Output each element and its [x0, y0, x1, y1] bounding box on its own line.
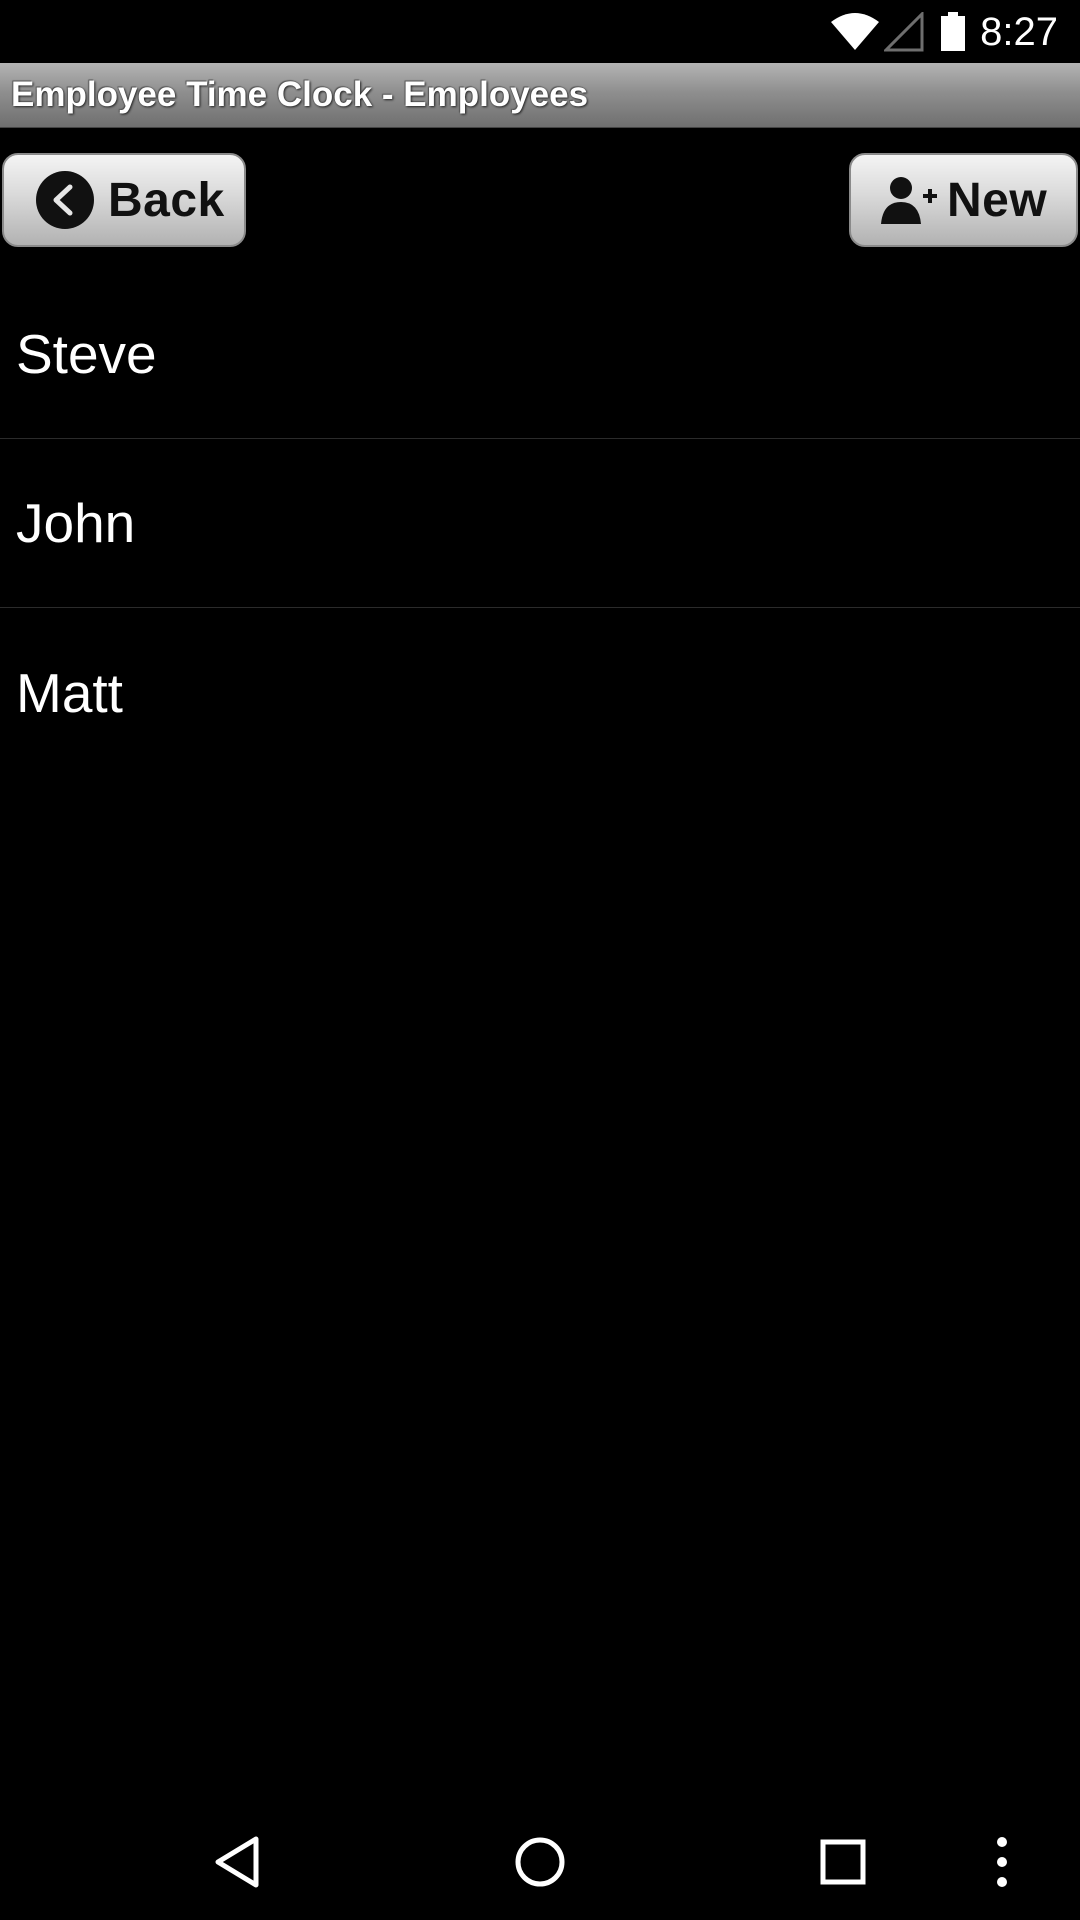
screen: 8:27 Employee Time Clock - Employees Bac… [0, 0, 1080, 1920]
home-circle-icon [514, 1836, 566, 1893]
back-button-label: Back [108, 173, 225, 227]
add-user-icon [881, 174, 939, 226]
nav-home-button[interactable] [510, 1834, 570, 1894]
title-bar: Employee Time Clock - Employees [0, 63, 1080, 128]
new-employee-button[interactable]: New [849, 153, 1078, 247]
recents-square-icon [819, 1838, 867, 1891]
cell-signal-icon [882, 10, 924, 57]
navigation-bar [0, 1806, 1080, 1920]
nav-recents-button[interactable] [813, 1834, 873, 1894]
overflow-menu-button[interactable] [972, 1834, 1032, 1894]
list-item[interactable]: John [0, 439, 1080, 608]
page-title: Employee Time Clock - Employees [11, 75, 589, 114]
list-item[interactable]: Matt [0, 608, 1080, 777]
battery-icon [940, 12, 966, 57]
overflow-menu-icon [994, 1836, 1010, 1893]
list-item[interactable]: Steve [0, 270, 1080, 439]
new-button-label: New [947, 173, 1048, 227]
nav-back-button[interactable] [207, 1834, 267, 1894]
wifi-icon [830, 12, 880, 57]
back-triangle-icon [212, 1835, 262, 1894]
chevron-left-circle-icon [34, 169, 96, 231]
status-time: 8:27 [980, 10, 1058, 54]
employee-list: Steve John Matt [0, 270, 1080, 777]
status-bar: 8:27 [0, 0, 1080, 63]
back-button[interactable]: Back [2, 153, 246, 247]
